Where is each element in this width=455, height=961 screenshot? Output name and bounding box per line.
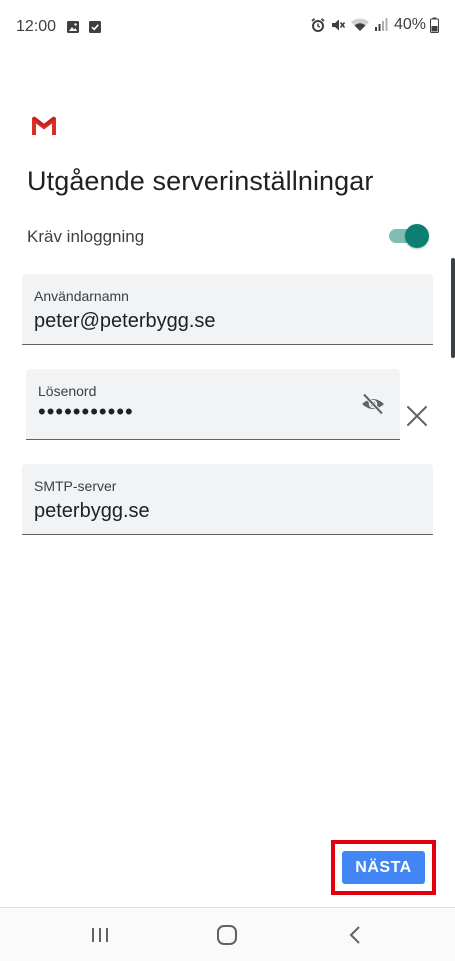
gmail-logo-icon <box>32 116 56 135</box>
password-field[interactable]: Lösenord ••••••••••• <box>26 369 400 440</box>
status-time: 12:00 <box>16 18 57 35</box>
require-login-toggle[interactable] <box>389 224 429 248</box>
next-button[interactable]: NÄSTA <box>342 851 425 884</box>
scroll-indicator <box>451 258 455 358</box>
password-label: Lösenord <box>38 383 97 399</box>
alarm-icon <box>311 18 325 32</box>
smtp-server-field[interactable]: SMTP-server peterbygg.se <box>22 464 433 535</box>
visibility-off-icon[interactable] <box>360 391 386 417</box>
smtp-server-label: SMTP-server <box>34 478 117 494</box>
status-bar: 12:00 40% <box>0 0 455 56</box>
back-icon[interactable] <box>345 924 367 946</box>
home-icon[interactable] <box>216 924 238 946</box>
page-title: Utgående serverinställningar <box>27 166 374 196</box>
toggle-thumb <box>405 224 429 248</box>
smtp-server-value: peterbygg.se <box>34 500 150 522</box>
username-value: peter@peterbygg.se <box>34 310 216 332</box>
status-right-icons: 40% <box>310 16 439 34</box>
require-login-row: Kräv inloggning <box>27 222 429 250</box>
wifi-icon <box>350 18 369 31</box>
battery-percent: 40% <box>393 16 426 33</box>
battery-icon <box>430 17 439 33</box>
username-label: Användarnamn <box>34 288 129 304</box>
require-login-label: Kräv inloggning <box>27 227 145 246</box>
status-left-icons <box>66 20 102 34</box>
recents-icon[interactable] <box>89 924 111 946</box>
signal-icon <box>374 18 388 31</box>
mute-icon <box>331 19 346 31</box>
image-icon <box>67 21 79 33</box>
navigation-bar <box>0 907 455 961</box>
next-button-highlight: NÄSTA <box>331 840 436 895</box>
username-field[interactable]: Användarnamn peter@peterbygg.se <box>22 274 433 345</box>
password-value: ••••••••••• <box>38 399 134 424</box>
close-icon[interactable] <box>405 404 429 428</box>
check-box-icon <box>89 21 101 33</box>
